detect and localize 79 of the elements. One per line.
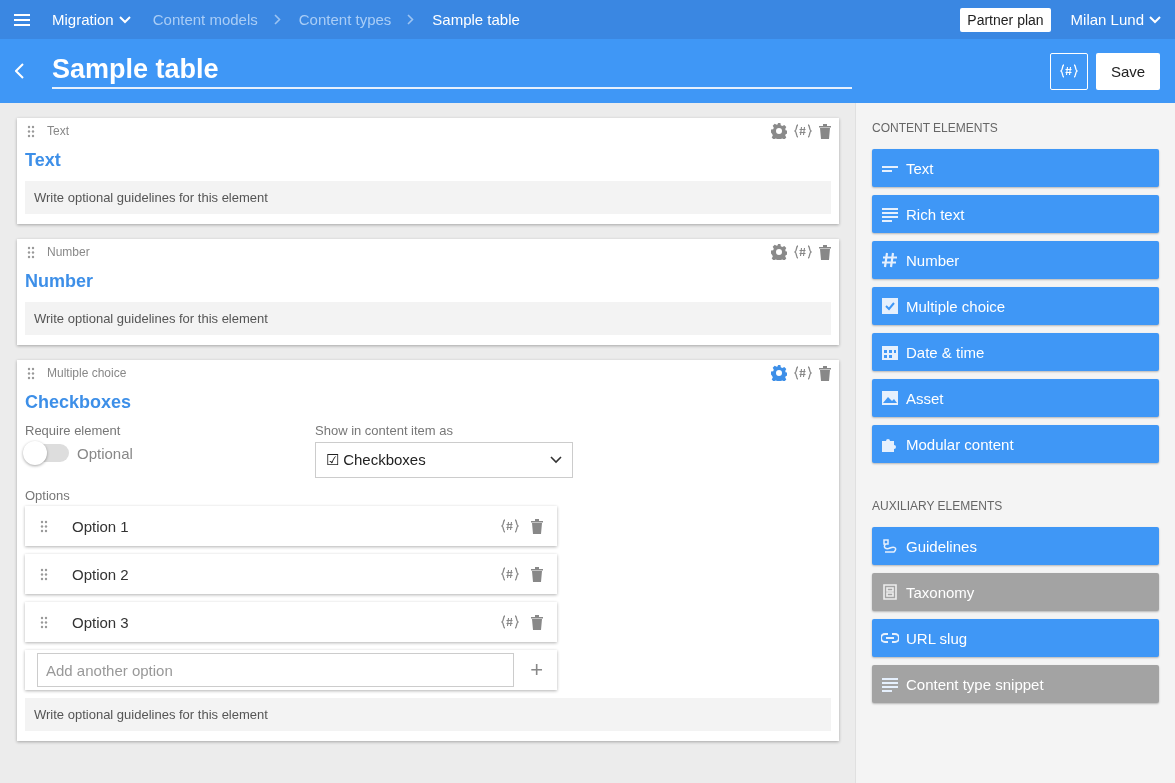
breadcrumb-link[interactable]: Sample table <box>432 11 520 28</box>
calendar-icon <box>881 344 899 360</box>
field-label: Options <box>25 488 71 503</box>
puzzle-icon <box>881 436 899 452</box>
image-icon <box>881 390 899 406</box>
plan-badge[interactable]: Partner plan <box>960 7 1051 32</box>
trash-icon[interactable] <box>819 123 831 139</box>
trash-icon[interactable] <box>819 244 831 260</box>
element-type-button[interactable]: Rich text <box>872 195 1159 233</box>
chevron-down-icon <box>118 15 131 24</box>
element-type-button[interactable]: Asset <box>872 379 1159 417</box>
element-name[interactable]: Checkboxes <box>25 392 132 413</box>
codename-button[interactable] <box>1050 52 1088 90</box>
section-heading: AUXILIARY ELEMENTS <box>872 499 1004 513</box>
trash-icon[interactable] <box>531 518 543 534</box>
element-type-label: Multiple choice <box>47 366 127 380</box>
drag-handle-icon[interactable] <box>27 245 35 259</box>
add-option-input[interactable]: Add another option <box>37 653 515 687</box>
link-icon <box>881 630 899 646</box>
element-name[interactable]: Text <box>25 150 61 171</box>
trash-icon[interactable] <box>531 614 543 630</box>
snippet-icon <box>881 676 899 692</box>
codename-icon[interactable] <box>501 615 519 629</box>
project-dropdown[interactable]: Migration <box>52 11 131 28</box>
chevron-down-icon <box>550 456 562 464</box>
option-label[interactable]: Option 1 <box>72 517 489 535</box>
codename-icon[interactable] <box>794 245 812 259</box>
drag-handle-icon[interactable] <box>40 567 48 581</box>
trash-icon[interactable] <box>819 365 831 381</box>
element-name[interactable]: Number <box>25 271 93 292</box>
breadcrumb-link[interactable]: Content models <box>152 11 258 28</box>
taxonomy-icon <box>881 584 899 600</box>
element-type-button[interactable]: Date & time <box>872 333 1159 371</box>
codename-icon[interactable] <box>501 567 519 581</box>
codename-icon[interactable] <box>794 366 812 380</box>
element-type-label: Number <box>47 245 90 259</box>
trash-icon[interactable] <box>531 566 543 582</box>
drag-handle-icon[interactable] <box>40 615 48 629</box>
breadcrumb-link[interactable]: Content types <box>298 11 392 28</box>
element-type-button[interactable]: URL slug <box>872 619 1159 657</box>
menu-icon[interactable] <box>14 13 30 26</box>
element-type-button[interactable]: Number <box>872 241 1159 279</box>
required-toggle[interactable] <box>25 444 69 462</box>
chevron-down-icon <box>1149 15 1161 24</box>
codename-icon[interactable] <box>501 519 519 533</box>
section-heading: CONTENT ELEMENTS <box>872 121 999 135</box>
element-type-button[interactable]: Multiple choice <box>872 287 1159 325</box>
field-label: Show in content item as <box>315 423 454 438</box>
drag-handle-icon[interactable] <box>27 366 35 380</box>
richtext-icon <box>881 206 899 222</box>
guidelines-field[interactable]: Write optional guidelines for this element <box>25 181 831 214</box>
guidelines-field[interactable]: Write optional guidelines for this element <box>25 698 831 731</box>
element-type-label: Text <box>47 124 69 138</box>
codename-icon <box>1060 64 1078 78</box>
user-menu[interactable]: Milan Lund <box>1070 11 1161 28</box>
codename-icon[interactable] <box>794 124 812 138</box>
drag-handle-icon[interactable] <box>40 519 48 533</box>
field-label: Require element <box>25 423 121 438</box>
add-button[interactable]: + <box>526 657 547 683</box>
option-label[interactable]: Option 3 <box>72 613 489 631</box>
save-button[interactable]: Save <box>1096 52 1160 90</box>
number-icon <box>881 252 899 268</box>
title-input[interactable]: Sample table <box>52 53 852 89</box>
element-type-button[interactable]: Modular content <box>872 425 1159 463</box>
chevron-right-icon <box>407 14 415 25</box>
element-type-button[interactable]: Text <box>872 149 1159 187</box>
settings-icon[interactable] <box>771 365 787 381</box>
option-label[interactable]: Option 2 <box>72 565 489 583</box>
guidelines-icon <box>881 538 899 554</box>
chevron-right-icon <box>273 14 281 25</box>
back-icon[interactable] <box>15 63 24 79</box>
toggle-label: Optional <box>77 444 133 462</box>
display-mode-dropdown[interactable]: ☑ Checkboxes <box>315 442 573 478</box>
check-icon <box>881 298 899 314</box>
settings-icon[interactable] <box>771 123 787 139</box>
guidelines-field[interactable]: Write optional guidelines for this element <box>25 302 831 335</box>
drag-handle-icon[interactable] <box>27 124 35 138</box>
settings-icon[interactable] <box>771 244 787 260</box>
element-type-button[interactable]: Guidelines <box>872 527 1159 565</box>
